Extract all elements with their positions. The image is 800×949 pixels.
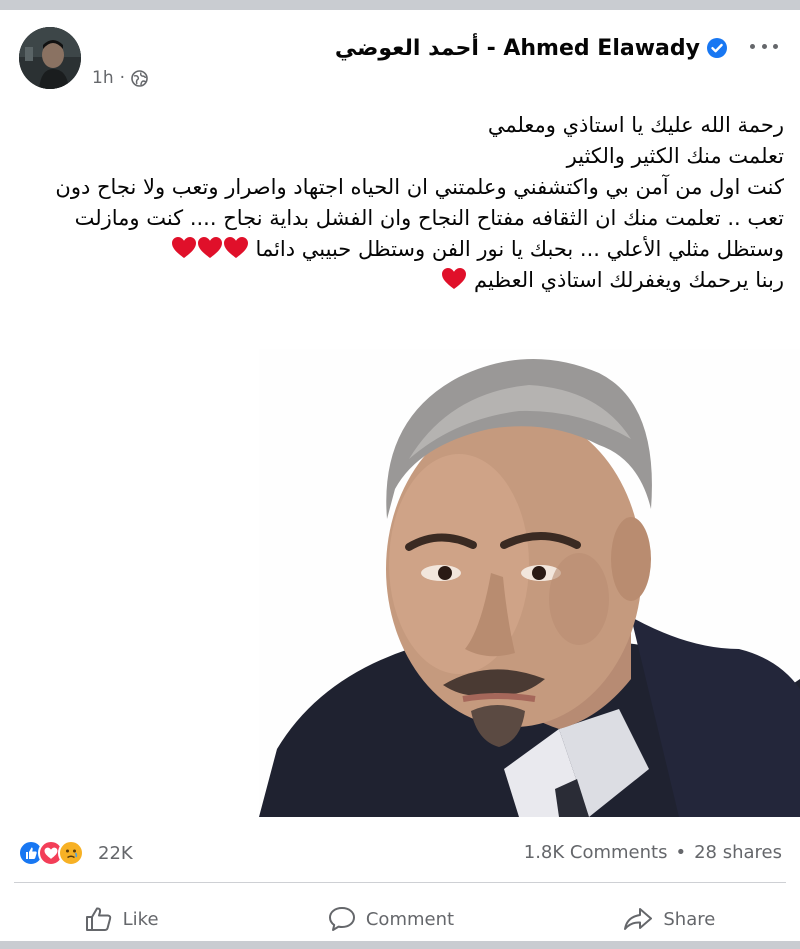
post-text-line: تعلمت منك الكثير والكثير [566, 144, 784, 168]
reaction-count: 22K [98, 842, 133, 864]
stats-separator: • [675, 842, 687, 863]
share-label: Share [663, 908, 716, 930]
post-text-line-with-hearts: وستظل مثلي الأعلي ... بحبك يا نور الفن و… [14, 234, 784, 265]
post-text-line: وستظل مثلي الأعلي ... بحبك يا نور الفن و… [255, 237, 784, 261]
post-time[interactable]: 1h [92, 68, 114, 88]
bottom-gray-strip [0, 941, 800, 949]
avatar-image [19, 27, 81, 89]
heart-emoji-icon [223, 237, 248, 258]
globe-icon [131, 69, 148, 87]
author-avatar[interactable] [19, 27, 81, 89]
more-dot [761, 43, 767, 49]
post-meta: 1h · [92, 68, 148, 88]
portrait-image [259, 349, 800, 817]
like-button[interactable]: Like [85, 906, 159, 932]
author-name-row: أحمد العوضي - Ahmed Elawady [335, 32, 728, 64]
comment-label: Comment [365, 908, 455, 930]
heart-emoji-icon [171, 237, 196, 258]
comments-count-link[interactable]: 1.8K Comments [524, 842, 668, 863]
reaction-icons [18, 840, 84, 866]
shares-count-link[interactable]: 28 shares [694, 842, 782, 863]
post-text: رحمة الله عليك يا استاذي ومعلمي تعلمت من… [14, 110, 784, 296]
actions-divider [14, 882, 786, 883]
thumbs-up-icon [85, 907, 111, 931]
comment-bubble-icon [328, 907, 355, 931]
more-options-button[interactable] [750, 36, 778, 56]
care-reaction-icon [58, 840, 84, 866]
post-text-line: كنت اول من آمن بي واكتشفني وعلمتني ان ال… [55, 175, 784, 199]
post-card: أحمد العوضي - Ahmed Elawady 1h · رحمة ال… [0, 10, 800, 941]
top-gray-strip [0, 0, 800, 10]
author-name[interactable]: أحمد العوضي - Ahmed Elawady [335, 36, 700, 61]
heart-emoji-icon [442, 268, 467, 289]
comment-button[interactable]: Comment [328, 906, 454, 932]
more-dot [773, 43, 778, 49]
more-dots-icon [750, 43, 755, 49]
heart-emoji-icon [197, 237, 222, 258]
post-text-line: رحمة الله عليك يا استاذي ومعلمي [487, 113, 784, 137]
reactions-summary[interactable]: 22K [18, 840, 133, 866]
post-stats: 1.8K Comments • 28 shares [524, 842, 782, 863]
post-text-line-with-heart: ربنا يرحمك ويغفرلك استاذي العظيم [14, 265, 784, 296]
post-text-line: ربنا يرحمك ويغفرلك استاذي العظيم [474, 268, 784, 292]
share-button[interactable]: Share [623, 906, 715, 932]
post-text-line: تعب .. تعلمت منك ان الثقافه مفتاح النجاح… [74, 206, 784, 230]
meta-separator: · [119, 68, 125, 88]
post-actions: Like Comment Share [0, 896, 800, 942]
like-label: Like [122, 908, 159, 930]
post-photo[interactable] [259, 349, 800, 817]
share-arrow-icon [624, 908, 653, 930]
verified-badge-icon [707, 38, 727, 58]
